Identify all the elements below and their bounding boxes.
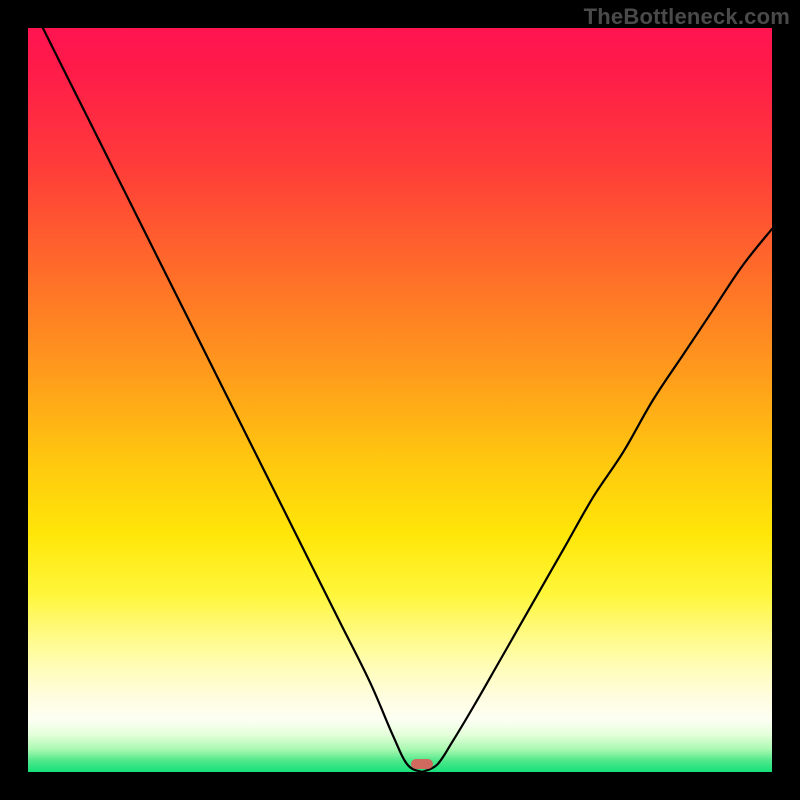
bottleneck-curve — [28, 28, 772, 772]
chart-frame: TheBottleneck.com — [0, 0, 800, 800]
plot-area — [28, 28, 772, 772]
optimum-marker — [411, 759, 433, 769]
curve-path — [43, 28, 772, 772]
watermark-text: TheBottleneck.com — [584, 4, 790, 30]
